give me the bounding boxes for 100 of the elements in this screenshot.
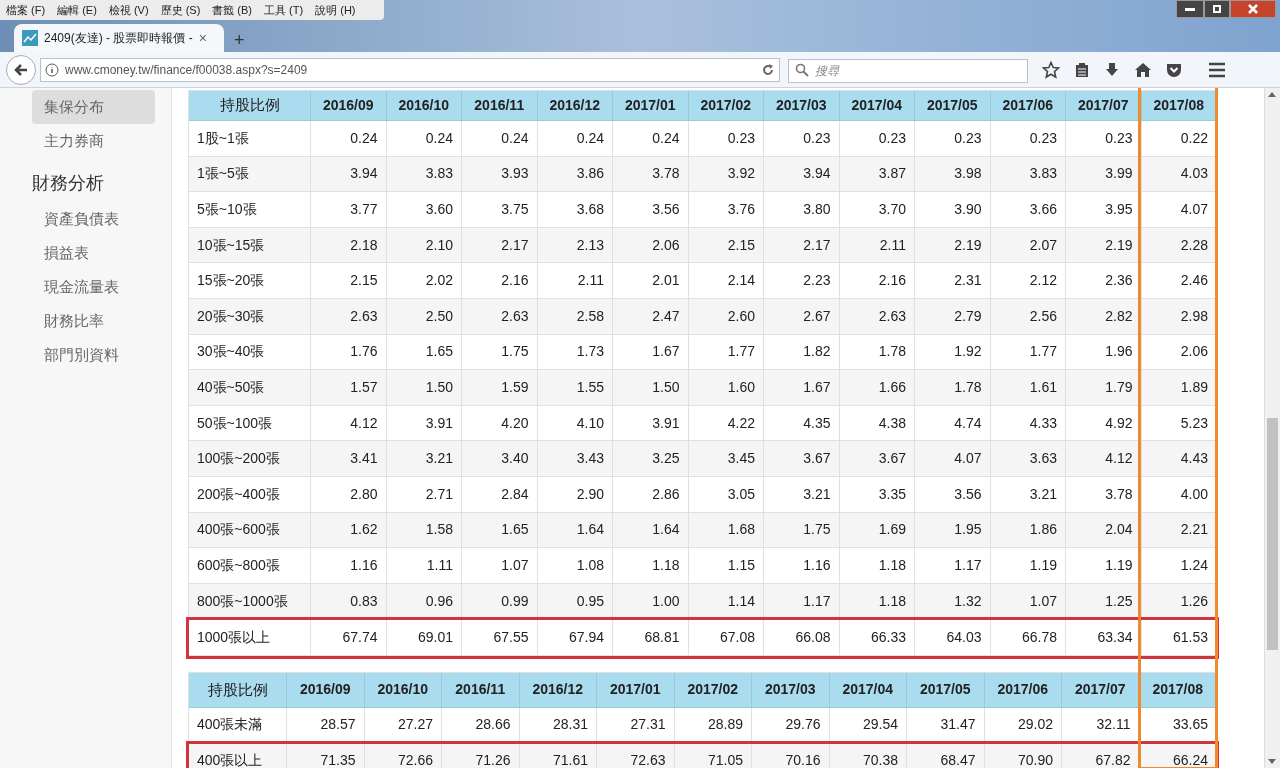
table-cell: 3.90 <box>915 192 991 228</box>
table-cell: 3.35 <box>839 476 915 513</box>
column-header: 2016/09 <box>311 91 387 121</box>
table-cell: 66.78 <box>990 620 1066 656</box>
column-header: 2017/02 <box>688 91 764 121</box>
table-cell: 0.23 <box>990 121 1066 157</box>
table-cell: 2.02 <box>386 263 462 299</box>
column-header: 2017/06 <box>990 91 1066 121</box>
menu-item[interactable]: 檔案 (F) <box>6 4 46 16</box>
table-cell: 67.08 <box>688 620 764 656</box>
table-cell: 1股~1張 <box>189 121 311 157</box>
reload-icon[interactable] <box>761 62 775 77</box>
address-field[interactable]: www.cmoney.tw/finance/f00038.aspx?s=2409 <box>40 57 780 82</box>
table-cell: 3.70 <box>839 192 915 228</box>
table-cell: 3.56 <box>613 192 689 228</box>
clipboard-icon[interactable] <box>1074 61 1090 78</box>
download-icon[interactable] <box>1104 61 1120 78</box>
restore-button[interactable] <box>1204 0 1230 18</box>
column-header: 2017/03 <box>764 91 840 121</box>
table-cell: 0.24 <box>537 121 613 157</box>
table-cell: 1.57 <box>311 370 387 406</box>
table-cell: 2.90 <box>537 476 613 513</box>
table-cell: 2.12 <box>990 263 1066 299</box>
star-icon[interactable] <box>1042 60 1060 79</box>
table-cell: 71.61 <box>519 743 597 768</box>
url-text: www.cmoney.tw/finance/f00038.aspx?s=2409 <box>65 61 309 79</box>
menu-item[interactable]: 檢視 (V) <box>108 4 149 16</box>
table-cell: 71.35 <box>287 743 365 768</box>
table-cell: 3.25 <box>613 441 689 477</box>
table-cell: 2.71 <box>386 476 462 513</box>
column-header: 持股比例 <box>189 672 287 708</box>
table-cell: 1.55 <box>537 370 613 406</box>
table-cell: 63.34 <box>1066 620 1142 656</box>
table-cell: 2.80 <box>311 476 387 513</box>
column-header: 2017/04 <box>829 672 907 708</box>
menu-item[interactable]: 說明 (H) <box>315 4 356 16</box>
menu-item[interactable]: 工具 (T) <box>264 4 304 16</box>
tab-title: 2409(友達) - 股票即時報價 - <box>44 30 193 47</box>
column-header: 持股比例 <box>189 91 311 121</box>
tab-close-button[interactable]: × <box>198 27 207 49</box>
back-button[interactable] <box>6 54 36 85</box>
table-cell: 1.18 <box>613 548 689 584</box>
table-cell: 3.41 <box>311 441 387 477</box>
sidebar-item[interactable]: 部門別資料 <box>32 338 155 372</box>
table-cell: 64.03 <box>915 620 991 656</box>
table-cell: 2.79 <box>915 298 991 335</box>
table-cell: 2.56 <box>990 298 1066 335</box>
table-cell: 0.23 <box>1066 121 1142 157</box>
search-field[interactable]: 搜尋 <box>788 58 1028 83</box>
info-icon <box>45 62 59 77</box>
browser-tab[interactable]: 2409(友達) - 股票即時報價 - × <box>14 24 224 52</box>
table-cell: 3.68 <box>537 192 613 228</box>
table-cell: 3.40 <box>462 441 538 477</box>
table-cell: 3.56 <box>915 476 991 513</box>
table-cell: 1.78 <box>915 370 991 406</box>
table-cell: 1.19 <box>1066 548 1142 584</box>
table-cell: 3.67 <box>839 441 915 477</box>
table-cell: 1.16 <box>311 548 387 584</box>
menu-item[interactable]: 書籤 (B) <box>212 4 253 16</box>
column-header: 2017/02 <box>674 672 752 708</box>
table-cell: 2.16 <box>839 263 915 299</box>
close-window-button[interactable] <box>1230 0 1276 18</box>
table-cell: 1.19 <box>990 548 1066 584</box>
table-cell: 2.11 <box>537 263 613 299</box>
menu-item[interactable]: 歷史 (S) <box>160 4 201 16</box>
new-tab-button[interactable]: + <box>234 27 245 54</box>
menu-item[interactable]: 編輯 (E) <box>57 4 97 16</box>
minimize-button[interactable] <box>1176 0 1204 18</box>
table-cell: 2.36 <box>1066 263 1142 299</box>
table-cell: 3.21 <box>990 476 1066 513</box>
table-cell: 5張~10張 <box>189 192 311 228</box>
table-cell: 0.24 <box>386 121 462 157</box>
column-header: 2017/07 <box>1066 91 1142 121</box>
table-cell: 2.15 <box>311 263 387 299</box>
home-icon[interactable] <box>1134 61 1152 78</box>
table-cell: 2.14 <box>688 263 764 299</box>
sidebar-item[interactable]: 主力券商 <box>32 124 155 158</box>
table-cell: 70.38 <box>829 743 907 768</box>
scrollbar[interactable] <box>1264 88 1280 768</box>
table-cell: 2.84 <box>462 476 538 513</box>
table-cell: 4.07 <box>915 441 991 477</box>
sidebar-item[interactable]: 損益表 <box>32 236 155 270</box>
sidebar-item[interactable]: 財務比率 <box>32 304 155 338</box>
back-arrow-icon <box>14 62 28 77</box>
chart-icon <box>22 30 38 46</box>
pocket-icon[interactable] <box>1166 61 1182 78</box>
sidebar-item[interactable]: 現金流量表 <box>32 270 155 304</box>
sidebar-item[interactable]: 集保分布 <box>32 90 155 124</box>
table-cell: 2.46 <box>1141 263 1217 299</box>
table-cell: 3.76 <box>688 192 764 228</box>
table-cell: 67.82 <box>1062 743 1140 768</box>
table-cell: 67.55 <box>462 620 538 656</box>
column-header: 2016/10 <box>364 672 442 708</box>
table-cell: 1.89 <box>1141 370 1217 406</box>
menu-icon[interactable] <box>1208 61 1226 78</box>
table-cell: 1.59 <box>462 370 538 406</box>
sidebar-item[interactable]: 資產負債表 <box>32 202 155 236</box>
table-cell: 68.81 <box>613 620 689 656</box>
table-cell: 3.78 <box>1066 476 1142 513</box>
table-cell: 1.79 <box>1066 370 1142 406</box>
